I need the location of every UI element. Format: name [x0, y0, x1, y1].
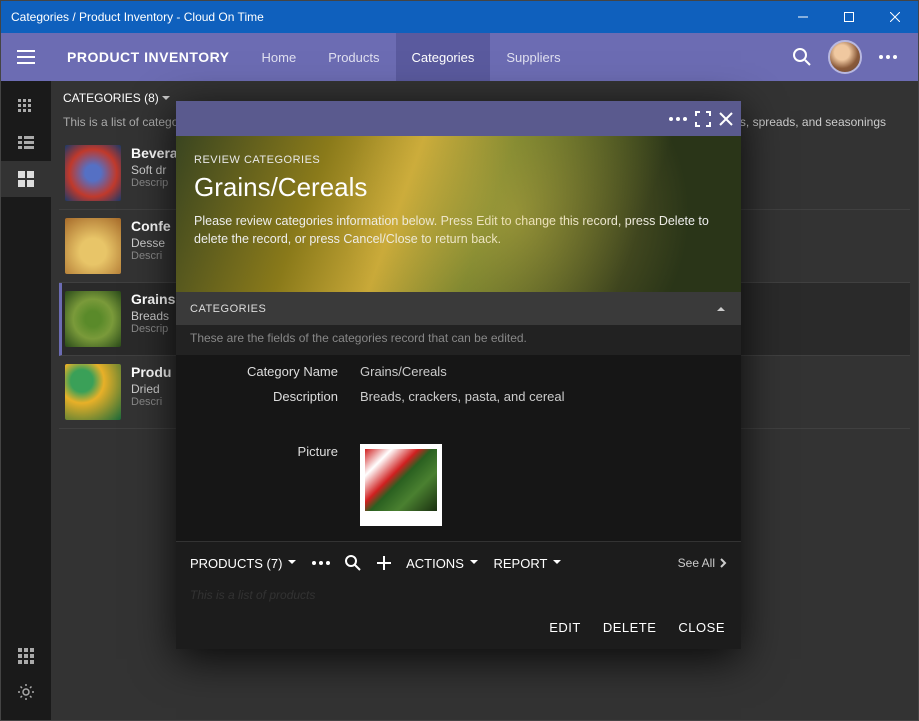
app-bar: PRODUCT INVENTORY Home Products Categori…	[1, 33, 918, 81]
picture-thumbnail[interactable]	[360, 444, 442, 526]
app-title: PRODUCT INVENTORY	[51, 49, 246, 65]
see-all-link[interactable]: See All	[678, 556, 727, 570]
view-grid-large-icon[interactable]	[1, 161, 51, 197]
dialog-close-button[interactable]	[719, 112, 733, 126]
window-maximize-button[interactable]	[826, 1, 872, 33]
view-grid-small-icon[interactable]	[1, 89, 51, 125]
report-dropdown[interactable]: REPORT	[494, 556, 563, 571]
field-label: Category Name	[190, 364, 360, 379]
dialog-toolbar: PRODUCTS (7) ACTIONS REPORT See All	[176, 541, 741, 584]
dialog-hero: REVIEW CATEGORIES Grains/Cereals Please …	[176, 136, 741, 292]
field-label: Description	[190, 389, 360, 404]
window-titlebar: Categories / Product Inventory - Cloud O…	[1, 1, 918, 33]
dialog-actions: EDIT DELETE CLOSE	[176, 606, 741, 649]
tab-suppliers[interactable]: Suppliers	[490, 33, 576, 81]
category-thumbnail	[65, 291, 121, 347]
tab-home[interactable]: Home	[246, 33, 313, 81]
window-title: Categories / Product Inventory - Cloud O…	[1, 10, 780, 24]
hamburger-menu-button[interactable]	[1, 33, 51, 81]
view-list-icon[interactable]	[1, 125, 51, 161]
field-value[interactable]: Grains/Cereals	[360, 364, 727, 379]
user-avatar[interactable]	[828, 40, 862, 74]
search-button[interactable]	[782, 37, 822, 77]
products-loading-text: This is a list of products	[176, 584, 741, 606]
settings-icon[interactable]	[1, 674, 51, 710]
toolbar-more-button[interactable]	[312, 561, 330, 565]
dialog-header	[176, 101, 741, 136]
dialog-instructions: Please review categories information bel…	[194, 213, 723, 248]
review-dialog: REVIEW CATEGORIES Grains/Cereals Please …	[176, 101, 741, 649]
products-dropdown[interactable]: PRODUCTS (7)	[190, 556, 298, 571]
dropdown-icon	[159, 91, 173, 105]
category-thumbnail	[65, 145, 121, 201]
dialog-section-sub: These are the fields of the categories r…	[176, 325, 741, 355]
window-minimize-button[interactable]	[780, 1, 826, 33]
field-picture: Picture	[176, 439, 741, 531]
actions-dropdown[interactable]: ACTIONS	[406, 556, 479, 571]
toolbar-add-button[interactable]	[376, 555, 392, 571]
dialog-fields: Category Name Grains/Cereals Description…	[176, 355, 741, 541]
field-description: Description Breads, crackers, pasta, and…	[176, 384, 741, 409]
collapse-icon	[715, 303, 727, 315]
dialog-more-button[interactable]	[669, 117, 687, 121]
delete-button[interactable]: DELETE	[603, 620, 657, 635]
section-title: CATEGORIES (8)	[63, 91, 159, 105]
dialog-section-header[interactable]: CATEGORIES	[176, 292, 741, 325]
toolbar-search-button[interactable]	[344, 554, 362, 572]
field-category-name: Category Name Grains/Cereals	[176, 359, 741, 384]
close-button[interactable]: CLOSE	[678, 620, 725, 635]
field-value[interactable]: Breads, crackers, pasta, and cereal	[360, 389, 727, 404]
dialog-title: Grains/Cereals	[194, 172, 723, 203]
apps-icon[interactable]	[1, 638, 51, 674]
category-thumbnail	[65, 364, 121, 420]
more-menu-button[interactable]	[868, 37, 908, 77]
dialog-breadcrumb: REVIEW CATEGORIES	[194, 154, 723, 166]
category-thumbnail	[65, 218, 121, 274]
main-tabs: Home Products Categories Suppliers	[246, 33, 577, 81]
left-rail	[1, 81, 51, 720]
tab-categories[interactable]: Categories	[396, 33, 491, 81]
tab-products[interactable]: Products	[312, 33, 395, 81]
window-close-button[interactable]	[872, 1, 918, 33]
edit-button[interactable]: EDIT	[549, 620, 581, 635]
field-label: Picture	[190, 444, 360, 526]
dialog-fullscreen-button[interactable]	[695, 111, 711, 127]
